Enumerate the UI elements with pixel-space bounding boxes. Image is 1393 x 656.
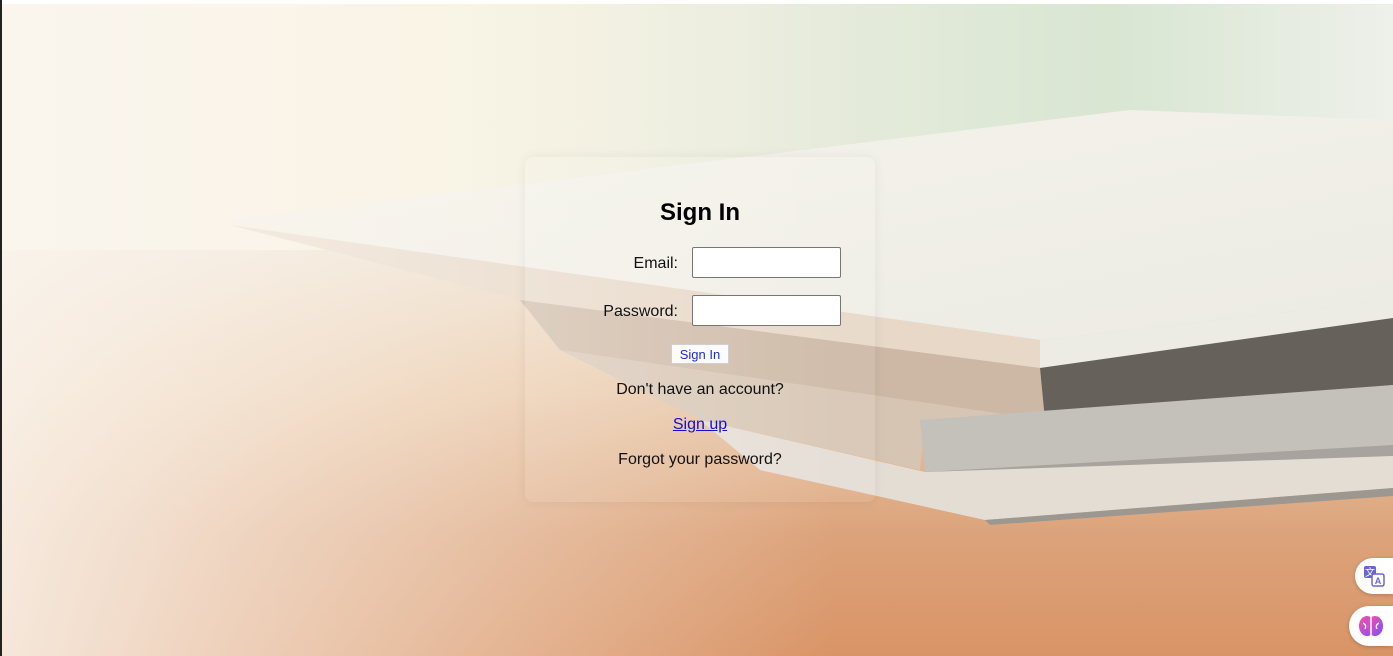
email-row: Email: — [525, 247, 875, 283]
signup-link[interactable]: Sign up — [673, 416, 727, 433]
no-account-text: Don't have an account? — [616, 381, 784, 398]
email-label: Email: — [633, 255, 678, 272]
password-input[interactable] — [692, 295, 841, 326]
top-strip — [0, 0, 1393, 4]
signin-title: Sign In — [660, 199, 740, 226]
forgot-password-link[interactable]: Forgot your password? — [525, 451, 875, 469]
brain-icon — [1359, 616, 1383, 636]
password-row: Password: — [525, 295, 875, 331]
ai-assistant-button[interactable] — [1349, 606, 1393, 646]
page: Sign In Email: Password: Sign In Don't h… — [0, 0, 1393, 656]
signin-card: Sign In Email: Password: Sign In Don't h… — [525, 157, 875, 502]
translate-icon: 文 A — [1364, 566, 1385, 587]
svg-text:A: A — [1375, 576, 1382, 586]
window-edge — [0, 0, 2, 656]
password-label: Password: — [603, 303, 678, 320]
translate-button[interactable]: 文 A — [1355, 558, 1393, 594]
signup-link-wrapper: Sign up — [525, 416, 875, 434]
signin-button[interactable]: Sign In — [671, 344, 729, 364]
email-input[interactable] — [692, 247, 841, 278]
